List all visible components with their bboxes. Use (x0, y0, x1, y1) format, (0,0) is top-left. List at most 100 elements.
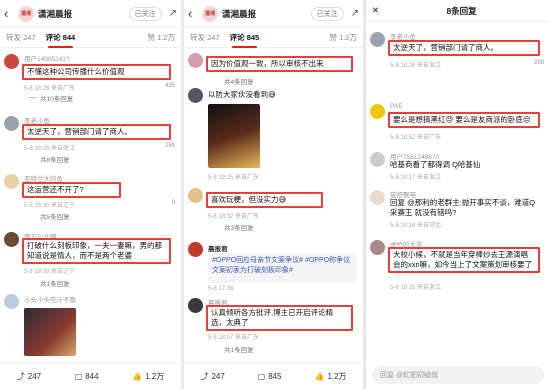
reply-text: 大校小候，不就是当年穿棒炒去王源演唱会的xxn嘛，如今当上了文案策划审核要了 (388, 247, 540, 273)
like-count[interactable]: 9 (172, 200, 175, 209)
replies-title: 8条回复 (446, 5, 477, 16)
topic-card[interactable]: #OPPO回应母亲节文案争议# #OPPO称争议文案初衷为打破刻板印象# (208, 253, 357, 283)
tab-repost[interactable]: 转发 247 (190, 32, 220, 43)
thumbs-up-icon: 👍 (314, 372, 325, 381)
avatar[interactable] (188, 53, 203, 68)
view-replies-link[interactable]: 共1条回复 (40, 278, 70, 288)
avatar[interactable] (188, 88, 203, 103)
comment-meta: 5-8 18:26 来自浙江 289 (24, 143, 175, 152)
view-replies-link[interactable]: 共4条回复 (224, 76, 254, 86)
bottom-action-bar: ⤴ 247 ▢ 845 👍 1.2万 (184, 363, 363, 389)
comment-item: 亚特兰大的鱼 这运营还不开了? 5-8 18:35 来自辽宁 9 共5条回复 (0, 170, 181, 224)
comment-time: 5-8 18:07 来自广东 (208, 335, 260, 341)
comment-icon: ▢ (257, 372, 266, 381)
like-count-total: 1.2万 (145, 372, 165, 381)
view-replies-link[interactable]: 共1条回复 (224, 344, 254, 354)
like-count[interactable]: 289 (534, 60, 544, 69)
reply-input[interactable]: 回复 @虻肥初疑就 (372, 366, 544, 384)
view-replies-link[interactable]: 共3条回复 (224, 222, 254, 232)
back-arrow-icon[interactable]: ‹ (4, 6, 14, 21)
like-action[interactable]: 👍 1.2万 (132, 371, 164, 382)
comment-time: 5-8 17:36 (208, 286, 234, 292)
comment-time: 5-8 18:28 来自广东 (24, 86, 76, 92)
comment-text: 太逆天了，营销部门请了商人。 (22, 124, 171, 140)
comment-meta: 5-8 18:28 来自广东 435 (24, 83, 175, 92)
avatar[interactable] (370, 104, 385, 119)
avatar[interactable] (4, 294, 19, 309)
reply-meta: 5-8 18:52 来自广东 (390, 132, 544, 141)
comment-action[interactable]: ▢ 845 (258, 372, 282, 381)
reply-item: 用户7581248870 哈基商看了都得调 Q哈基仙 5-8 19:17 来自浙… (366, 148, 550, 182)
reply-text: 太逆天了，营销部门请了商人。 (388, 40, 540, 56)
comment-text: 认真倾听各方批评,博主已开启评论精选，太典了 (206, 305, 353, 331)
like-count[interactable]: 435 (165, 83, 175, 92)
reply-time: 5-8 18:26 来自浙江 (390, 63, 442, 69)
close-icon[interactable]: ✕ (372, 5, 379, 16)
tab-repost[interactable]: 转发 247 (6, 32, 36, 43)
comment-item: 喜欢玩梗，但没实力😅 5-8 18:32 来自广东 共3条回复 (184, 184, 363, 236)
repost-action[interactable]: ⤴ 247 (200, 371, 224, 382)
reply-time: 5-8 18:52 来自广东 (390, 135, 442, 141)
reply-text: 回复 @那利的老群主:抛开事实不谈，难道Q 采赛王 就没有错吗? (390, 198, 536, 217)
comment-text: 以防大家伙没看到😅 (208, 90, 276, 99)
comment-item: 晨报君 #OPPO回应母亲节文案争议# #OPPO称争议文案初衷为打破刻板印象#… (184, 240, 363, 296)
share-icon[interactable]: ↗ (351, 8, 359, 19)
view-replies-link[interactable]: 共8条回复 (40, 154, 70, 164)
tab-likes[interactable]: 赞 1.2万 (147, 32, 175, 43)
comment-item: 李老小鱼 太逆天了，营销部门请了商人。 5-8 18:26 来自浙江 289 共… (0, 112, 181, 170)
like-count[interactable]: 289 (165, 143, 175, 152)
back-arrow-icon[interactable]: ‹ (188, 6, 198, 21)
comment-item: 晨报君 认真倾听各方批评,博主已开启评论精选，太典了 5-8 18:07 来自广… (184, 294, 363, 362)
bottom-action-bar: ⤴ 247 ▢ 844 👍 1.2万 (0, 363, 181, 389)
comment-count: 845 (268, 372, 282, 381)
account-avatar[interactable]: 潇湘 (18, 5, 34, 22)
comment-text: 喜欢玩梗，但没实力😅 (206, 192, 323, 208)
reply-item: 鼓舒飘喵 回复 @那利的老群主:抛开事实不谈，难道Q 采赛王 就没有错吗? 5-… (366, 186, 550, 234)
repost-icon: ⤴ (16, 372, 25, 381)
top-bar: ‹ 潇湘 潇湘晨报 已关注 ↗ (184, 0, 363, 28)
avatar[interactable] (370, 240, 385, 255)
tab-bar: 转发 247 评论 844 赞 1.2万 (0, 28, 181, 48)
avatar[interactable] (4, 232, 19, 247)
account-name[interactable]: 潇湘晨报 (222, 8, 256, 20)
like-action[interactable]: 👍 1.2万 (314, 371, 346, 382)
comment-action[interactable]: ▢ 844 (75, 372, 99, 381)
comment-time: 5-8 18:26 来自浙江 (24, 146, 76, 152)
comment-text: 不懂这种公司传播什么价值观 (22, 64, 171, 80)
avatar[interactable] (188, 298, 203, 313)
reply-item: PAE 要么是想搞黑红😓 要么是友商派的卧底😒 5-8 18:52 来自广东 (366, 100, 550, 144)
avatar[interactable] (370, 190, 385, 205)
avatar[interactable] (188, 242, 203, 257)
account-name[interactable]: 潇湘晨报 (38, 8, 72, 20)
account-avatar[interactable]: 潇湘 (202, 5, 218, 22)
comment-item: 因为价值观一致，所以审核不出来 共4条回复 (184, 50, 363, 86)
avatar[interactable] (4, 174, 19, 189)
avatar[interactable] (188, 188, 203, 203)
follow-button[interactable]: 已关注 (128, 6, 162, 21)
reply-time: 5-8 19:17 来自浙江 (390, 175, 442, 181)
avatar[interactable] (4, 54, 19, 69)
avatar[interactable] (370, 152, 385, 167)
share-icon[interactable]: ↗ (169, 8, 177, 19)
reply-meta: 5-8 19:25 来自浙江 (390, 282, 544, 291)
reply-username[interactable]: PAE (390, 103, 403, 110)
top-bar: ‹ 潇湘 潇湘晨报 已关注 ↗ (0, 0, 181, 28)
avatar[interactable] (4, 116, 19, 131)
replies-header: ✕ 8条回复 (366, 0, 550, 22)
comment-image[interactable] (24, 308, 76, 356)
tab-likes[interactable]: 赞 1.2万 (329, 32, 357, 43)
tab-comments[interactable]: 评论 845 (230, 32, 259, 48)
view-replies-link[interactable]: 共10条回复 (40, 93, 73, 103)
comment-time: 5-8 18:35 来自辽宁 (24, 203, 76, 209)
comment-username[interactable]: 小头小头吃汁不散 (24, 294, 76, 304)
avatar[interactable] (370, 32, 385, 47)
view-replies-link[interactable]: 共5条回复 (40, 211, 70, 221)
divider (28, 97, 38, 98)
comment-username[interactable]: 晨报君 (208, 243, 228, 253)
repost-action[interactable]: ⤴ 247 (17, 371, 41, 382)
replies-panel: ✕ 8条回复 李老小鱼 太逆天了，营销部门请了商人。 5-8 18:26 来自浙… (366, 0, 550, 389)
tab-comments[interactable]: 评论 844 (46, 32, 75, 48)
follow-button[interactable]: 已关注 (310, 6, 344, 21)
comment-username[interactable]: 用户14005241? (24, 53, 70, 63)
comment-image[interactable] (208, 104, 260, 168)
